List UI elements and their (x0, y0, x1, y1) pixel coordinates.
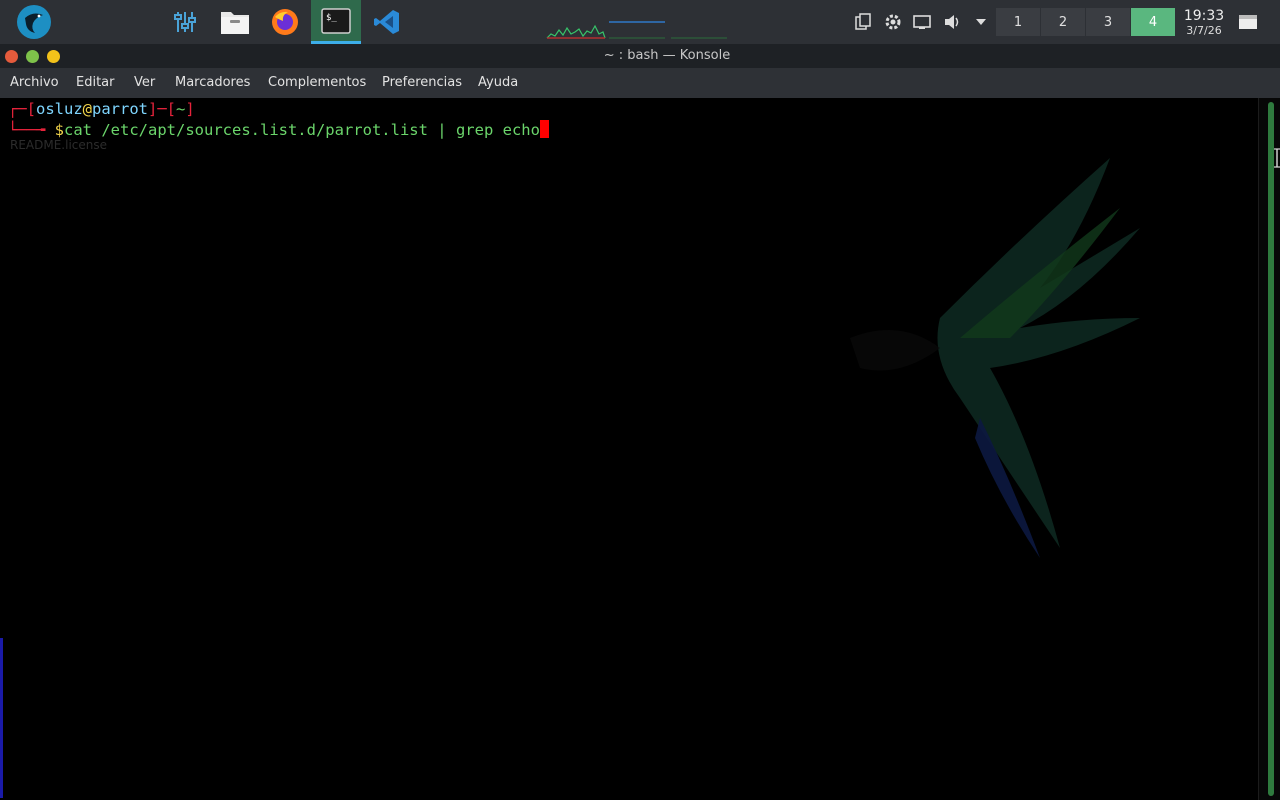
command-line[interactable]: └──╼ $cat /etc/apt/sources.list.d/parrot… (8, 120, 549, 139)
terminal-scrollbar[interactable] (1258, 98, 1280, 800)
menu-archivo[interactable]: Archivo (10, 68, 59, 98)
prompt-line: ┌─[osluz@parrot]─[~] (8, 100, 195, 118)
desktop-label: 4 (1148, 14, 1158, 30)
terminal-icon[interactable]: $_ (311, 0, 361, 44)
menu-complementos[interactable]: Complementos (268, 68, 366, 98)
prompt-symbol: $ (54, 121, 65, 139)
command-text[interactable]: cat /etc/apt/sources.list.d/parrot.list … (64, 121, 540, 139)
autocomplete-hint: README.license (10, 138, 108, 152)
menu-bar: Archivo Editar Ver Marcadores Complement… (0, 68, 1280, 98)
window-title: ~ : bash — Konsole (603, 48, 731, 63)
menu-ver[interactable]: Ver (134, 68, 155, 98)
text-pointer-icon (1274, 148, 1280, 168)
desktop-label: 2 (1058, 14, 1068, 30)
show-desktop-icon[interactable] (1236, 10, 1260, 34)
app-menu-icon[interactable] (17, 5, 51, 39)
clipboard-icon[interactable] (850, 10, 874, 34)
window-titlebar[interactable]: ~ : bash — Konsole (0, 44, 1280, 68)
prompt-host: parrot (92, 100, 149, 118)
desktop-label: 1 (1013, 14, 1023, 30)
selection-marker (0, 638, 3, 798)
menu-ayuda[interactable]: Ayuda (478, 68, 518, 98)
desktop-4-button[interactable]: 4 (1131, 8, 1175, 36)
tray-expand-icon[interactable] (969, 10, 993, 34)
prompt-user: osluz (36, 100, 83, 118)
scrollbar-thumb[interactable] (1268, 102, 1274, 796)
prompt-bracket-mid: ]─[ (148, 100, 177, 118)
desktop-2-button[interactable]: 2 (1041, 8, 1085, 36)
svg-text:$_: $_ (326, 13, 337, 23)
system-monitor-graphs (546, 21, 727, 39)
vscode-icon[interactable] (362, 0, 412, 44)
top-panel: $_ 1 2 3 4 19:33 3/7/26 (0, 0, 1280, 44)
volume-icon[interactable] (940, 10, 964, 34)
prompt-dir: ~ (176, 100, 186, 118)
desktop-1-button[interactable]: 1 (996, 8, 1040, 36)
desktop-label: 3 (1103, 14, 1113, 30)
terminal-area[interactable]: ┌─[osluz@parrot]─[~] └──╼ $cat /etc/apt/… (0, 98, 1280, 800)
settings-sliders-icon[interactable] (160, 0, 210, 44)
prompt-bracket-open: ┌─[ (8, 100, 36, 118)
clock-date[interactable]: 3/7/26 (1182, 24, 1226, 37)
text-cursor (539, 120, 549, 138)
prompt-at: @ (82, 100, 93, 118)
prompt-bracket-close: ] (185, 100, 195, 118)
prompt-corner: └──╼ (8, 121, 55, 139)
menu-preferencias[interactable]: Preferencias (382, 68, 462, 98)
network-icon[interactable] (910, 10, 934, 34)
desktop-3-button[interactable]: 3 (1086, 8, 1130, 36)
settings-gear-icon[interactable] (881, 10, 905, 34)
menu-editar[interactable]: Editar (76, 68, 115, 98)
menu-marcadores[interactable]: Marcadores (175, 68, 250, 98)
parrot-wallpaper-logo (850, 158, 1140, 558)
clock-time[interactable]: 19:33 (1182, 8, 1226, 24)
firefox-icon[interactable] (260, 0, 310, 44)
file-manager-icon[interactable] (210, 0, 260, 44)
